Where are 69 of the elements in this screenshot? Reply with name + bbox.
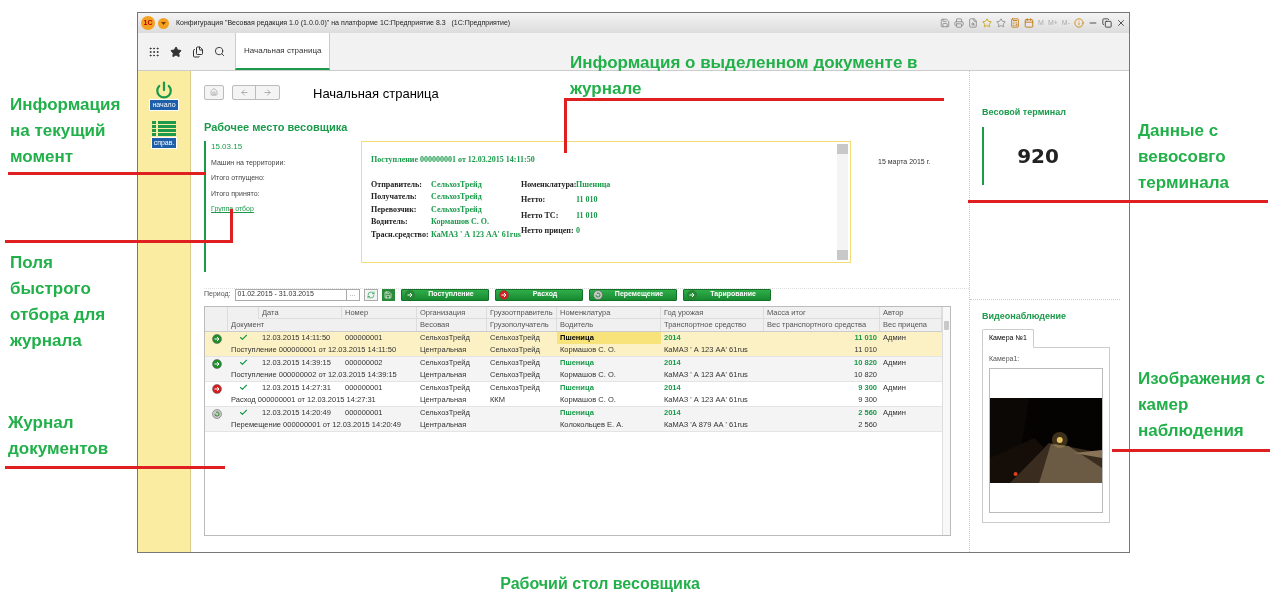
status-icon [211, 358, 222, 369]
tab[interactable]: Начальная страница [235, 33, 331, 70]
status-icon [211, 383, 222, 394]
save-icon[interactable] [940, 18, 951, 28]
list-icon [152, 121, 176, 137]
info-label: Отправитель: [371, 179, 423, 190]
refresh-icon [366, 290, 375, 299]
close-icon[interactable] [1116, 18, 1126, 28]
info-value: КаМАЗ ' А 123 АА' 61rus [431, 229, 521, 240]
annotation-label: Изображения с камер наблюдения [1138, 368, 1267, 442]
star-icon[interactable] [982, 18, 993, 28]
home-button[interactable] [204, 84, 224, 100]
section-title: Видеонаблюдение [982, 309, 1067, 323]
info-value: 11 010 [576, 195, 599, 207]
button-icon [592, 289, 603, 300]
home-icon [210, 88, 218, 96]
preview-icon[interactable] [968, 18, 979, 28]
button-icon [686, 289, 697, 300]
scrollbar[interactable] [837, 143, 848, 260]
info-label: Нетто ТС: [521, 210, 560, 222]
restore-icon[interactable] [1102, 18, 1112, 28]
annotation-label: Информация о выделенном документе в журнале [570, 52, 919, 100]
pages-icon[interactable] [192, 45, 204, 58]
button-icon [404, 289, 415, 300]
search-icon[interactable] [214, 46, 225, 57]
section-title: Весовой терминал [982, 106, 1067, 119]
info-value: СельхозТрейд [431, 204, 483, 215]
annotation-label: Журнал документов [8, 412, 110, 460]
caption: Рабочий стол весовщика [500, 574, 700, 594]
back-icon [239, 87, 249, 97]
calendar-icon[interactable] [1024, 18, 1035, 28]
info-value: СельхозТрейд [431, 179, 483, 190]
menu-icon[interactable] [148, 45, 160, 58]
info-label: Номенклатура: [521, 179, 576, 191]
info-icon[interactable] [1074, 18, 1084, 28]
refresh-button[interactable] [363, 288, 378, 301]
power-icon [155, 81, 173, 99]
caret-icon [161, 21, 166, 25]
status-icon [211, 333, 222, 344]
info-value: Пшеница [576, 179, 611, 191]
current-date: 15.03.15 [211, 140, 244, 153]
document-heading: Поступление 000000001 от 12.03.2015 14:11:50 [371, 153, 536, 166]
info-value: 11 010 [576, 210, 599, 222]
status-icon [211, 408, 222, 419]
info-value: Кормашов С. О. [431, 217, 490, 228]
info-label: Нетто: [521, 195, 547, 207]
star-icon[interactable] [996, 18, 1007, 28]
annotation-label: Данные с вевосовго терминала [1138, 120, 1230, 194]
annotation-label: Информация на текущий момент [10, 94, 122, 168]
print-icon[interactable] [954, 18, 965, 28]
info-label: Водитель: [371, 217, 409, 228]
button-icon [498, 289, 509, 300]
weight-value: 920 [1017, 142, 1059, 170]
page-title: Начальная страница [313, 85, 439, 104]
annotation-label: Поля быстрого отбора для журнала [10, 252, 107, 352]
save-settings-button[interactable] [381, 288, 395, 301]
section-title: Рабочее место весовщика [204, 120, 349, 135]
dropdown-button[interactable] [158, 17, 169, 29]
info-label: Нетто прицеп: [521, 226, 575, 236]
save-icon [384, 290, 392, 299]
info-value: 0 [576, 226, 581, 238]
forward-icon [263, 87, 272, 97]
info-label: Перевозчик: [371, 204, 418, 215]
star-icon[interactable] [170, 45, 182, 58]
scrollbar[interactable] [942, 306, 950, 535]
calculator-icon[interactable] [1010, 18, 1021, 28]
info-label: Трасн.средство: [371, 229, 430, 240]
info-value: СельхозТрейд [431, 192, 483, 203]
info-label: Получатель: [371, 192, 418, 203]
